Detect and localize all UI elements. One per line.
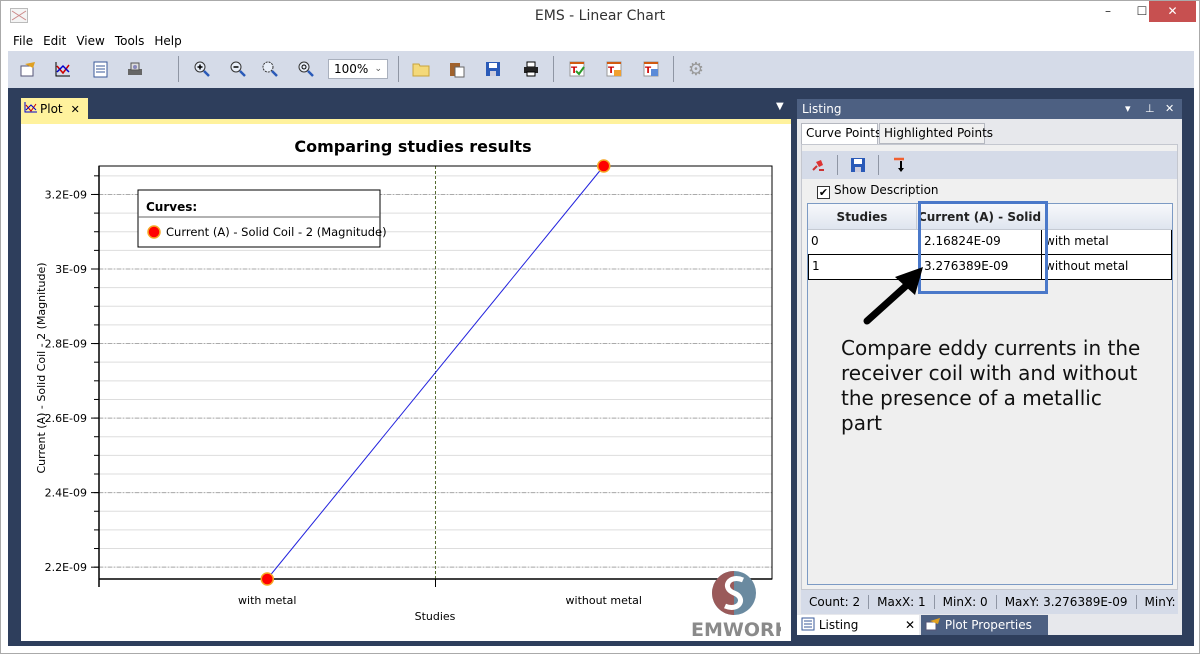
- y-tick-label: 2.8E-09: [45, 338, 87, 351]
- status-maxy: MaxY: 3.276389E-09: [997, 595, 1137, 609]
- data-point: [260, 572, 274, 586]
- menu-view[interactable]: View: [71, 32, 109, 51]
- logo-text: EMWORKS: [691, 619, 781, 641]
- cell-description: with metal: [1042, 230, 1172, 254]
- menu-help[interactable]: Help: [149, 32, 186, 51]
- y-axis-label: Current (A) - Solid Coil - 2 (Magnitude): [35, 262, 48, 473]
- svg-text:T: T: [608, 66, 615, 76]
- document-menu-icon[interactable]: ▼: [776, 101, 784, 112]
- y-tick-label: 2.6E-09: [45, 412, 87, 425]
- print-preview-icon[interactable]: [123, 57, 147, 81]
- zoom-fit-icon[interactable]: [294, 57, 318, 81]
- table-save-icon[interactable]: T: [639, 57, 663, 81]
- y-tick-label: 3E-09: [55, 263, 87, 276]
- zoom-level-select[interactable]: 100% ⌄: [328, 59, 388, 79]
- status-miny: MinY: 2.16824E-09: [1137, 595, 1178, 609]
- settings-icon[interactable]: ⚙: [684, 57, 708, 81]
- listing-icon[interactable]: [88, 57, 112, 81]
- close-panel-icon[interactable]: ✕: [1165, 99, 1174, 119]
- paste-icon[interactable]: [445, 57, 469, 81]
- export-icon[interactable]: [890, 155, 910, 175]
- checkbox-checked-icon[interactable]: ✔: [817, 186, 830, 199]
- menu-edit[interactable]: Edit: [38, 32, 71, 51]
- legend: Curves: Current (A) - Solid Coil - 2 (Ma…: [137, 189, 387, 248]
- listing-toolbar: [802, 151, 1177, 179]
- save-icon[interactable]: [848, 155, 868, 175]
- listing-panel-title: Listing: [802, 102, 842, 116]
- menu-bar: File Edit View Tools Help: [8, 32, 1194, 51]
- properties-icon: [925, 618, 940, 631]
- chevron-down-icon: ⌄: [374, 64, 382, 74]
- listing-icon: [801, 617, 815, 631]
- plot-area: Comparing studies results 2.2E-09 2.4E-09…: [21, 124, 791, 641]
- zoom-out-icon[interactable]: [226, 57, 250, 81]
- tab-plot-label: Plot: [40, 102, 63, 116]
- status-minx: MinX: 0: [935, 595, 997, 609]
- x-tick-label: with metal: [238, 594, 296, 607]
- line-chart: Comparing studies results 2.2E-09 2.4E-09…: [35, 137, 773, 623]
- properties-icon[interactable]: [16, 57, 40, 81]
- window-title: EMS - Linear Chart: [534, 8, 666, 24]
- x-tick-label: without metal: [566, 594, 642, 607]
- legend-title: Curves:: [146, 200, 197, 214]
- pin-icon[interactable]: [808, 155, 828, 175]
- column-header-studies[interactable]: Studies: [808, 204, 916, 230]
- highlight-box: [918, 201, 1048, 294]
- tab-plot-properties-label: Plot Properties: [944, 618, 1032, 632]
- panel-menu-icon[interactable]: ▾: [1125, 99, 1131, 119]
- tab-plot-properties[interactable]: Plot Properties: [921, 615, 1048, 635]
- show-description-checkbox[interactable]: ✔ Show Description: [817, 183, 939, 199]
- chart-icon[interactable]: [51, 57, 75, 81]
- y-tick-label: 2.2E-09: [45, 561, 87, 574]
- close-tab-icon[interactable]: ✕: [71, 103, 80, 116]
- cell-index: 0: [811, 234, 819, 248]
- svg-text:T: T: [645, 66, 652, 76]
- menu-tools[interactable]: Tools: [110, 32, 150, 51]
- tab-highlighted-points[interactable]: Highlighted Points: [879, 123, 993, 144]
- status-maxx: MaxX: 1: [869, 595, 935, 609]
- emworks-logo: EMWORKS: [691, 566, 803, 641]
- menu-file[interactable]: File: [8, 32, 38, 51]
- y-tick-label: 2.4E-09: [45, 487, 87, 500]
- cell-description: without metal: [1042, 255, 1172, 279]
- zoom-window-icon[interactable]: [258, 57, 282, 81]
- show-description-label: Show Description: [834, 183, 939, 197]
- tab-curve-points[interactable]: Curve Points: [801, 123, 881, 145]
- zoom-in-icon[interactable]: [190, 57, 214, 81]
- x-axis-label: Studies: [415, 610, 456, 623]
- close-tab-icon[interactable]: ✕: [905, 615, 915, 635]
- open-folder-icon[interactable]: [409, 57, 433, 81]
- listing-status-bar: Count: 2 MaxX: 1 MinX: 0 MaxY: 3.276389E-09…: [801, 590, 1178, 614]
- minimize-button[interactable]: –: [1091, 1, 1125, 22]
- y-tick-label: 3.2E-09: [45, 188, 87, 201]
- main-toolbar: 100% ⌄ T T T ⚙: [8, 51, 1194, 88]
- annotation-text: Compare eddy currents in the receiver co…: [841, 336, 1141, 435]
- tab-listing-label: Listing: [818, 618, 859, 632]
- pin-panel-icon[interactable]: ⊥: [1145, 99, 1155, 119]
- save-icon[interactable]: [481, 57, 505, 81]
- legend-entry: Current (A) - Solid Coil - 2 (Magnitude): [166, 225, 387, 239]
- title-bar: EMS - Linear Chart – ☐ ✕: [1, 1, 1199, 32]
- app-window: EMS - Linear Chart – ☐ ✕ File Edit View Too…: [0, 0, 1200, 654]
- listing-panel-header: Listing ▾ ⊥ ✕: [797, 99, 1182, 119]
- tab-listing[interactable]: Listing ✕: [797, 615, 919, 635]
- legend-marker: [147, 225, 161, 239]
- annotation-arrow-icon: [863, 267, 923, 325]
- table-open-icon[interactable]: T: [602, 57, 626, 81]
- print-icon[interactable]: [519, 57, 543, 81]
- chart-title: Comparing studies results: [294, 137, 531, 156]
- data-point: [597, 159, 611, 173]
- tab-plot[interactable]: Plot ✕: [21, 98, 88, 120]
- status-count: Count: 2: [801, 595, 870, 609]
- chart-icon: [24, 102, 37, 113]
- table-check-icon[interactable]: T: [565, 57, 589, 81]
- close-button[interactable]: ✕: [1149, 1, 1196, 22]
